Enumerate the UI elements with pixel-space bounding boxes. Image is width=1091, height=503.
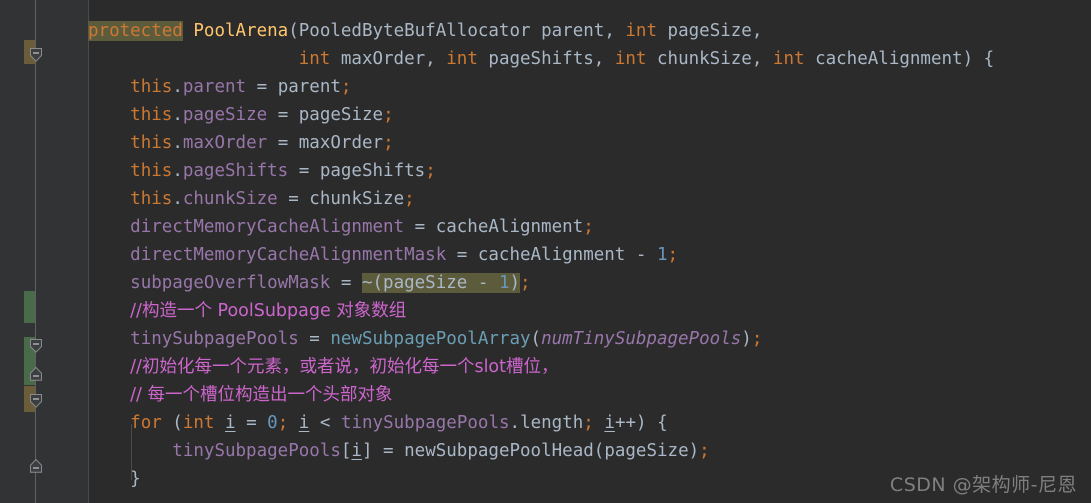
token-method-newsubpagepoolarray: newSubpagePoolArray bbox=[330, 329, 531, 349]
token-field-pageshifts: pageShifts bbox=[182, 161, 289, 181]
token-field-subpageoverflowmask: subpageOverflowMask bbox=[130, 273, 331, 293]
token-property-length: length bbox=[520, 413, 584, 433]
token-param-pageshifts: pageShifts bbox=[488, 49, 594, 69]
token-comment-cn-3: // 每一个槽位构造出一个头部对象 bbox=[130, 385, 393, 405]
fold-expand-icon[interactable] bbox=[29, 458, 43, 473]
token-keyword-int: int bbox=[446, 49, 478, 69]
vcs-change-marker[interactable] bbox=[24, 291, 35, 323]
token-local-i: i bbox=[604, 413, 615, 433]
code-line[interactable]: tinySubpagePools = newSubpagePoolArray(n… bbox=[88, 325, 762, 353]
code-line[interactable]: this.maxOrder = maxOrder; bbox=[88, 129, 393, 157]
token-param-chunksize: chunkSize bbox=[309, 189, 405, 209]
token-field-parent: parent bbox=[182, 77, 247, 97]
code-line-comment[interactable]: //初始化每一个元素，或者说，初始化每一个slot槽位， bbox=[88, 353, 559, 381]
gutter-divider-line bbox=[35, 0, 36, 503]
token-param-pageshifts: pageShifts bbox=[319, 161, 426, 181]
token-number-zero: 0 bbox=[267, 413, 278, 433]
code-line[interactable]: for (int i = 0; i < tinySubpagePools.len… bbox=[88, 409, 667, 437]
token-keyword-this: this bbox=[130, 133, 173, 153]
token-param-pagesize: pageSize bbox=[383, 273, 468, 293]
code-line-comment[interactable]: //构造一个 PoolSubpage 对象数组 bbox=[88, 297, 406, 325]
code-line[interactable]: this.chunkSize = chunkSize; bbox=[88, 185, 415, 213]
token-method-newsubpagepoolhead: newSubpagePoolHead bbox=[404, 441, 594, 461]
code-line[interactable]: protected PoolArena(PooledByteBufAllocat… bbox=[88, 17, 762, 45]
code-content[interactable]: protected PoolArena(PooledByteBufAllocat… bbox=[88, 0, 1091, 503]
token-keyword-this: this bbox=[130, 105, 173, 125]
token-local-i: i bbox=[298, 413, 310, 433]
token-constructor-name: PoolArena bbox=[193, 21, 289, 41]
token-keyword-int: int bbox=[625, 21, 657, 41]
token-param-cachealignment: cacheAlignment bbox=[815, 49, 963, 69]
token-keyword-int: int bbox=[298, 49, 331, 69]
token-param-chunksize: chunkSize bbox=[657, 49, 752, 69]
token-type-pooledbytebufallocator: PooledByteBufAllocator bbox=[298, 21, 531, 41]
token-param-maxorder: maxOrder bbox=[340, 49, 426, 69]
token-param-pagesize: pageSize bbox=[298, 105, 384, 125]
token-param-cachealignment: cacheAlignment bbox=[435, 217, 584, 237]
token-local-i: i bbox=[225, 413, 236, 433]
code-line[interactable]: this.pageShifts = pageShifts; bbox=[88, 157, 436, 185]
token-field-pagesize: pageSize bbox=[182, 105, 268, 125]
token-keyword-this: this bbox=[130, 189, 173, 209]
token-param-parent: parent bbox=[541, 21, 605, 41]
code-line-comment[interactable]: // 每一个槽位构造出一个头部对象 bbox=[88, 381, 393, 409]
token-field-tinysubpagepools: tinySubpagePools bbox=[130, 329, 299, 349]
token-param-maxorder: maxOrder bbox=[298, 133, 384, 153]
token-keyword-this: this bbox=[130, 77, 173, 97]
token-keyword-int: int bbox=[772, 49, 805, 69]
token-keyword-int: int bbox=[614, 49, 647, 69]
token-staticfield-numtinysubpagepools: numTinySubpagePools bbox=[541, 329, 742, 349]
token-comment-cn-2: //初始化每一个元素，或者说，初始化每一个slot槽位， bbox=[130, 357, 559, 377]
token-local-i: i bbox=[351, 441, 362, 461]
token-comment-cn-1: //构造一个 PoolSubpage 对象数组 bbox=[130, 301, 407, 321]
token-param-cachealignment: cacheAlignment bbox=[477, 245, 626, 265]
fold-collapse-icon[interactable] bbox=[29, 47, 43, 62]
token-keyword-for: for bbox=[130, 413, 162, 433]
token-field-tinysubpagepools: tinySubpagePools bbox=[172, 441, 341, 461]
code-line[interactable]: int maxOrder, int pageShifts, int chunkS… bbox=[88, 45, 994, 73]
token-keyword-this: this bbox=[130, 161, 173, 181]
token-number-one: 1 bbox=[656, 245, 668, 265]
token-param-pagesize: pageSize bbox=[667, 21, 752, 41]
editor-gutter[interactable] bbox=[0, 0, 88, 503]
code-line[interactable]: } bbox=[88, 465, 141, 493]
token-field-tinysubpagepools: tinySubpagePools bbox=[340, 413, 510, 433]
fold-expand-icon[interactable] bbox=[29, 366, 43, 381]
token-param-parent: parent bbox=[277, 77, 341, 97]
token-keyword-protected: protected bbox=[88, 21, 183, 41]
code-line[interactable]: directMemoryCacheAlignment = cacheAlignm… bbox=[88, 213, 594, 241]
token-field-directmemorycachealignment: directMemoryCacheAlignment bbox=[130, 217, 405, 237]
code-line[interactable]: directMemoryCacheAlignmentMask = cacheAl… bbox=[88, 241, 678, 269]
token-field-chunksize: chunkSize bbox=[182, 189, 278, 209]
token-param-pagesize: pageSize bbox=[604, 441, 689, 461]
code-editor[interactable]: protected PoolArena(PooledByteBufAllocat… bbox=[0, 0, 1091, 503]
code-line[interactable]: subpageOverflowMask = ~(pageSize - 1); bbox=[88, 269, 531, 297]
code-line[interactable]: tinySubpagePools[i] = newSubpagePoolHead… bbox=[88, 437, 709, 465]
token-number-one: 1 bbox=[498, 273, 510, 293]
code-line[interactable]: this.pageSize = pageSize; bbox=[88, 101, 393, 129]
token-field-maxorder: maxOrder bbox=[182, 133, 268, 153]
token-keyword-int: int bbox=[182, 413, 215, 433]
selection-highlight: ~(pageSize - 1) bbox=[361, 273, 521, 293]
token-field-directmemorycachealignmentmask: directMemoryCacheAlignmentMask bbox=[130, 245, 447, 265]
code-line[interactable]: this.parent = parent; bbox=[88, 73, 351, 101]
fold-collapse-icon[interactable] bbox=[29, 338, 43, 353]
fold-collapse-icon[interactable] bbox=[29, 393, 43, 408]
